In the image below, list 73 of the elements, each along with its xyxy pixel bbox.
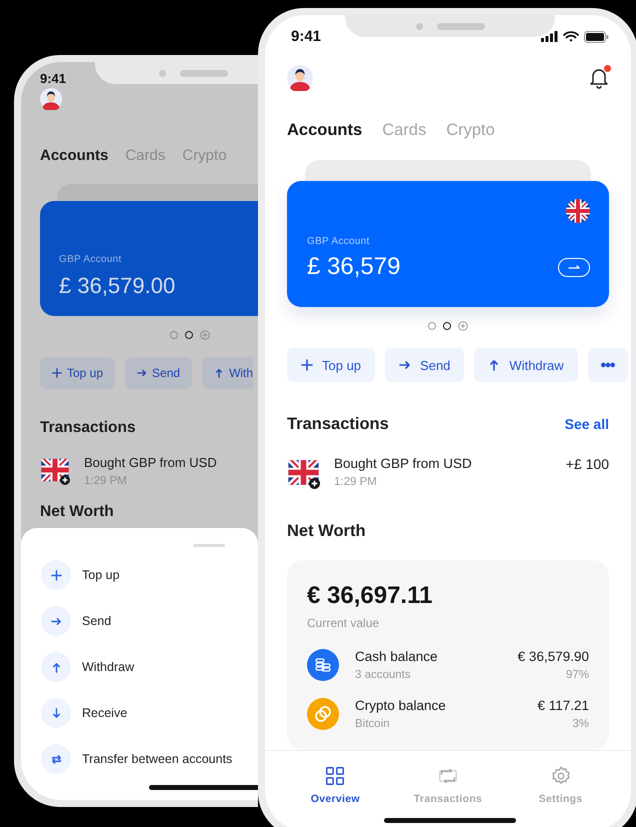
balance-name: Cash balance xyxy=(355,649,439,664)
section-title: Net Worth xyxy=(40,503,115,521)
account-label: GBP Account xyxy=(59,254,123,265)
account-card[interactable]: GBP Account £ 36,579.00 xyxy=(40,201,258,316)
page-dot[interactable] xyxy=(170,331,178,339)
section-title: Transactions xyxy=(287,415,389,434)
action-button[interactable]: Withdraw xyxy=(474,348,578,382)
coins-icon xyxy=(314,656,332,674)
tab[interactable]: Accounts xyxy=(40,147,108,164)
arrow-up-icon xyxy=(214,368,224,378)
open-account-button[interactable] xyxy=(558,258,590,276)
arrow-right-icon xyxy=(399,359,412,371)
account-label: GBP Account xyxy=(307,236,371,247)
signal-icon xyxy=(541,31,558,42)
action-button[interactable]: Send xyxy=(385,348,464,382)
rings-icon xyxy=(313,704,333,724)
flag-icon xyxy=(566,199,590,223)
gear-icon xyxy=(550,765,572,787)
sheet-item[interactable]: Withdraw xyxy=(41,652,134,682)
account-balance: £ 36,579 xyxy=(307,253,400,281)
plus-icon xyxy=(50,570,62,580)
arrow-up-icon xyxy=(488,359,500,371)
nav-item[interactable]: Overview xyxy=(290,765,380,805)
transfer-icon xyxy=(50,754,62,764)
plus-icon xyxy=(301,359,313,371)
transaction-amount: +£ 100 xyxy=(566,456,609,472)
transaction-time: 1:29 PM xyxy=(334,476,378,488)
tab[interactable]: Accounts xyxy=(287,121,362,140)
account-card[interactable]: GBP Account £ 36,579 xyxy=(287,181,609,307)
sheet-item[interactable]: Receive xyxy=(41,698,128,728)
more-button[interactable] xyxy=(588,348,628,382)
section-title: Transactions xyxy=(40,419,137,437)
section-title: Net Worth xyxy=(287,522,367,541)
arrow-right-icon xyxy=(137,368,148,378)
sheet-handle[interactable] xyxy=(193,544,225,547)
arrow-down-icon xyxy=(50,708,62,718)
action-button[interactable]: Top up xyxy=(287,348,376,382)
action-button[interactable]: With xyxy=(202,357,254,389)
action-button[interactable]: Top up xyxy=(40,357,116,389)
account-balance: £ 36,579.00 xyxy=(59,273,176,299)
balance-amount: € 117.21 xyxy=(537,698,589,713)
avatar-icon[interactable] xyxy=(40,88,62,110)
avatar-icon[interactable] xyxy=(287,65,313,91)
battery-icon xyxy=(584,30,609,42)
transaction-time: 1:29 PM xyxy=(84,475,128,487)
balance-share: 97% xyxy=(566,669,589,681)
sheet-item[interactable]: Top up xyxy=(41,560,120,590)
arrow-right-icon xyxy=(50,616,62,626)
bell-icon[interactable] xyxy=(589,67,609,89)
arrow-right-icon xyxy=(568,264,580,270)
balance-name: Crypto balance xyxy=(355,698,447,713)
sheet-item[interactable]: Transfer between accounts xyxy=(41,744,232,774)
balance-share: 3% xyxy=(572,718,589,730)
status-time: 9:41 xyxy=(40,71,66,86)
plus-icon xyxy=(52,368,62,378)
action-button[interactable]: Send xyxy=(125,357,192,389)
arrow-up-icon xyxy=(50,662,62,672)
transaction-title: Bought GBP from USD xyxy=(334,456,473,471)
balance-detail: Bitcoin xyxy=(355,718,391,730)
balance-detail: 3 accounts xyxy=(355,669,412,681)
page-dot[interactable] xyxy=(185,331,193,339)
add-page-icon[interactable] xyxy=(458,321,468,331)
page-dot[interactable] xyxy=(443,322,451,330)
status-time: 9:41 xyxy=(291,28,322,45)
wifi-icon xyxy=(563,31,579,42)
balance-amount: € 36,579.90 xyxy=(518,649,589,664)
sheet-item[interactable]: Send xyxy=(41,606,112,636)
net-worth-total: € 36,697.11 xyxy=(307,582,434,610)
transaction-title: Bought GBP from USD xyxy=(84,455,218,470)
page-dot[interactable] xyxy=(428,322,436,330)
see-all-link[interactable]: See all xyxy=(564,416,609,432)
grid-icon xyxy=(324,765,346,787)
net-worth-caption: Current value xyxy=(307,616,380,630)
